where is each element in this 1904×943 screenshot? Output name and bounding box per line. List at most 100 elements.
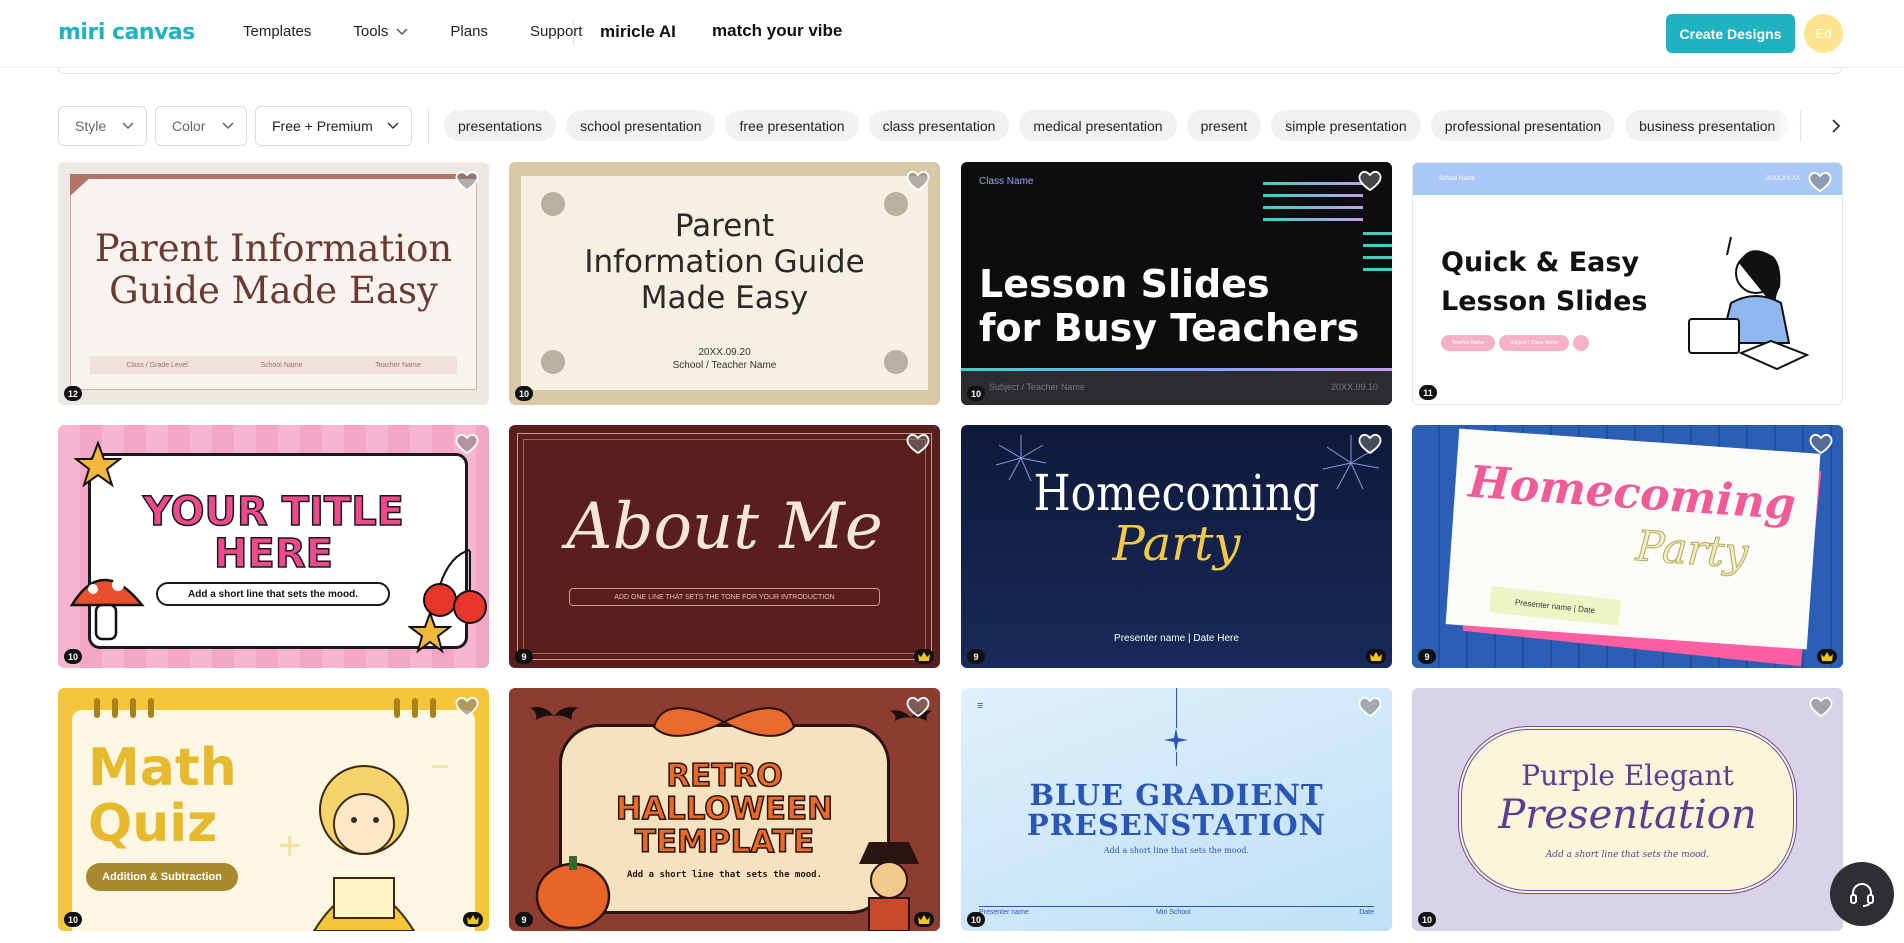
heart-icon[interactable] [1358,433,1382,455]
page-count-badge: 10 [967,386,986,401]
filter-divider [428,108,429,144]
card-title-line: Guide Made Easy [109,269,438,312]
tag-chip[interactable]: medical presentation [1019,110,1177,141]
template-card[interactable]: ≡ BLUE GRADIENT PRESENSTATION Add a shor… [961,688,1392,931]
bat-icon [530,707,578,720]
miricanvas-logo[interactable]: miri canvas [58,20,195,45]
tag-chip[interactable]: simple presentation [1271,110,1421,141]
template-card[interactable]: Homecoming Party Presenter name | Date H… [961,425,1392,668]
card-title-line: Parent [674,208,775,244]
card-sub-text: Teacher Name [1441,335,1495,351]
tag-chip[interactable]: business presentation [1625,110,1790,141]
template-card[interactable]: School Name 20XX.XX.XX Quick & Easy Less… [1412,162,1843,405]
heart-icon[interactable] [1809,696,1833,718]
card-sub-text: Presenter name [979,909,1029,916]
heart-icon[interactable] [1809,433,1833,455]
template-card[interactable]: Homecoming Party Presenter name | Date 9 [1412,425,1843,668]
card-thumbnail: About Me ADD ONE LINE THAT SETS THE TONE… [509,425,940,668]
card-title-line: Purple Elegant [1521,759,1734,792]
page-count-badge: 12 [64,386,83,401]
card-thumbnail: Class Name Lesson Slides for Busy Teache… [961,162,1392,405]
tag-chip[interactable]: class presentation [868,110,1010,141]
star-icon [74,441,122,488]
tag-chip[interactable]: professional presentation [1430,110,1616,141]
user-avatar[interactable]: Ed [1804,14,1843,53]
heart-icon[interactable] [455,433,479,455]
card-thumbnail: RETRO HALLOWEEN TEMPLATE Add a short lin… [509,688,940,931]
card-sub-text: Subject / Teacher Name [989,382,1085,392]
nav-support[interactable]: Support [530,23,583,40]
page-count-badge: 10 [515,386,534,401]
card-sub-text: School / Teacher Name [672,360,777,371]
premium-badge [914,649,934,664]
template-card[interactable]: RETRO HALLOWEEN TEMPLATE Add a short lin… [509,688,940,931]
template-card[interactable]: About Me ADD ONE LINE THAT SETS THE TONE… [509,425,940,668]
card-sub-text: Subject / Class Name [1499,335,1569,351]
heart-icon[interactable] [455,696,479,718]
create-designs-button[interactable]: Create Designs [1666,14,1795,53]
tag-chip[interactable]: present [1186,110,1262,141]
template-card[interactable]: Class Name Lesson Slides for Busy Teache… [961,162,1392,405]
crown-icon [918,652,930,661]
chevron-down-icon [122,122,134,130]
card-sub-text: Add a short line that sets the mood. [1545,850,1710,860]
match-your-vibe-link[interactable]: match your vibe [712,21,842,41]
pumpkin-illustration [535,856,611,930]
nav-tools[interactable]: Tools [353,23,408,40]
card-title-line: Party [1112,516,1241,572]
card-title-line: Quick & Easy [1441,247,1640,278]
template-card[interactable]: YOUR TITLE HERE Add a short line that se… [58,425,489,668]
premium-badge [1366,649,1386,664]
tag-chip[interactable]: school presentation [566,110,716,141]
card-thumbnail: Homecoming Party Presenter name | Date [1412,425,1843,668]
nav-plans[interactable]: Plans [450,23,488,40]
help-chat-button[interactable] [1830,862,1894,926]
card-title-line: RETRO [666,758,784,794]
main-nav: Templates Tools Plans Support [243,23,624,40]
nav-divider [573,20,574,46]
card-title-line: HALLOWEEN [615,791,834,827]
chevron-right-icon [1831,119,1840,133]
price-filter-dropdown[interactable]: Free + Premium [255,106,412,146]
heart-icon[interactable] [906,170,930,192]
miricle-ai-link[interactable]: miricle AI [600,22,676,42]
page-count-badge: 9 [515,649,533,664]
card-sub-text: Teacher Name [375,361,421,369]
card-sub-text: Class / Grade Level [126,361,188,369]
card-title-line: PRESENSTATION [1026,808,1327,842]
card-sub-text: Add a short line that sets the mood. [1103,846,1250,855]
card-sub-text: School Name [1439,176,1476,182]
heart-icon[interactable] [1808,171,1832,193]
tags-divider [1800,110,1801,142]
premium-badge [463,912,483,927]
card-sub-text: 20XX.09.20 [698,347,751,358]
heart-icon[interactable] [1358,696,1382,718]
template-card[interactable]: Math Quiz Addition & Subtraction + − 10 [58,688,489,931]
color-filter-dropdown[interactable]: Color [155,106,247,146]
nav-templates[interactable]: Templates [243,23,311,40]
crown-icon [467,915,479,924]
card-title-line: Parent Information [94,227,453,270]
page-count-badge: 9 [967,649,985,664]
template-card[interactable]: Parent Information Guide Made Easy 20XX.… [509,162,940,405]
style-filter-dropdown[interactable]: Style [58,106,147,146]
crown-icon [918,915,930,924]
card-sub-text: 20XX.09.10 [1330,382,1378,392]
page-count-badge: 10 [64,912,83,927]
card-title-line: Presentation [1498,792,1757,838]
card-thumbnail: YOUR TITLE HERE Add a short line that se… [58,425,489,668]
heart-icon[interactable] [1358,170,1382,192]
template-card[interactable]: Purple Elegant Presentation Add a short … [1412,688,1843,931]
page-count-badge: 9 [1418,649,1436,664]
heart-icon[interactable] [906,696,930,718]
chevron-down-icon [387,122,399,130]
tags-next-button[interactable] [1826,112,1846,140]
child-reading-illustration [312,765,416,931]
heart-icon[interactable] [906,433,930,455]
tag-chip[interactable]: presentations [444,110,557,141]
tag-chip[interactable]: free presentation [725,110,859,141]
heart-icon[interactable] [455,170,479,192]
template-card[interactable]: Parent Information Guide Made Easy Class… [58,162,489,405]
card-thumbnail: Homecoming Party Presenter name | Date H… [961,425,1392,668]
top-header: miri canvas Templates Tools Plans Suppor… [0,0,1904,68]
